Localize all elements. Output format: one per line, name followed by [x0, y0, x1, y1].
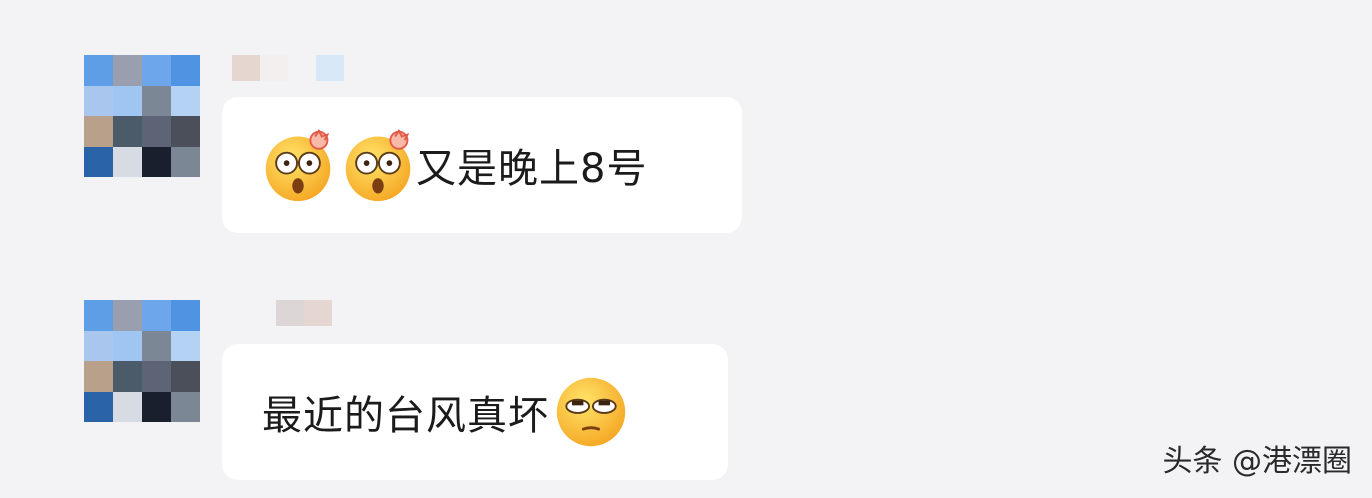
message-text: 最近的台风真坏: [262, 393, 549, 439]
name-pixel: [304, 300, 332, 326]
eye-roll-face-icon: [556, 377, 626, 447]
avatar-pixel: [113, 146, 142, 177]
message-text: 又是晚上8号: [416, 146, 648, 192]
avatar-pixel: [142, 116, 171, 147]
avatar-pixel: [84, 330, 113, 361]
avatar-pixel: [171, 330, 200, 361]
avatar-pixel: [84, 146, 113, 177]
avatar-pixelated[interactable]: [84, 300, 200, 422]
avatar-pixel: [84, 361, 113, 392]
avatar-pixel: [113, 391, 142, 422]
avatar-pixelated[interactable]: [84, 55, 200, 177]
avatar-pixel: [142, 55, 171, 86]
avatar-pixel: [113, 55, 142, 86]
avatar-pixel: [142, 146, 171, 177]
avatar-pixel: [171, 116, 200, 147]
avatar-pixel: [113, 300, 142, 331]
name-pixel: [232, 55, 260, 81]
sender-name-pixelated: [232, 55, 344, 81]
watermark: 头条 @港漂圈: [1162, 444, 1352, 479]
avatar-pixel: [84, 391, 113, 422]
avatar-pixel: [171, 361, 200, 392]
avatar-pixel: [171, 85, 200, 116]
avatar-pixel: [113, 116, 142, 147]
avatar-pixel: [142, 361, 171, 392]
avatar-pixel: [84, 116, 113, 147]
avatar-pixel: [142, 85, 171, 116]
name-pixel: [276, 300, 304, 326]
name-pixel: [316, 55, 344, 81]
avatar-pixel: [113, 361, 142, 392]
avatar-pixel: [113, 85, 142, 116]
avatar-pixel: [142, 391, 171, 422]
message-bubble[interactable]: 又是晚上8号: [222, 97, 742, 233]
avatar-pixel: [84, 300, 113, 331]
avatar-pixel: [171, 300, 200, 331]
avatar-pixel: [171, 391, 200, 422]
avatar-pixel: [171, 146, 200, 177]
avatar-pixel: [84, 55, 113, 86]
avatar-pixel: [142, 330, 171, 361]
avatar-pixel: [171, 55, 200, 86]
astonished-face-icon: [265, 128, 331, 202]
sender-name-pixelated: [276, 300, 332, 326]
astonished-face-icon: [345, 128, 411, 202]
avatar-pixel: [84, 85, 113, 116]
avatar-pixel: [142, 300, 171, 331]
name-pixel: [260, 55, 288, 81]
message-bubble[interactable]: 最近的台风真坏: [222, 344, 728, 480]
avatar-pixel: [113, 330, 142, 361]
name-pixel: [288, 55, 316, 81]
